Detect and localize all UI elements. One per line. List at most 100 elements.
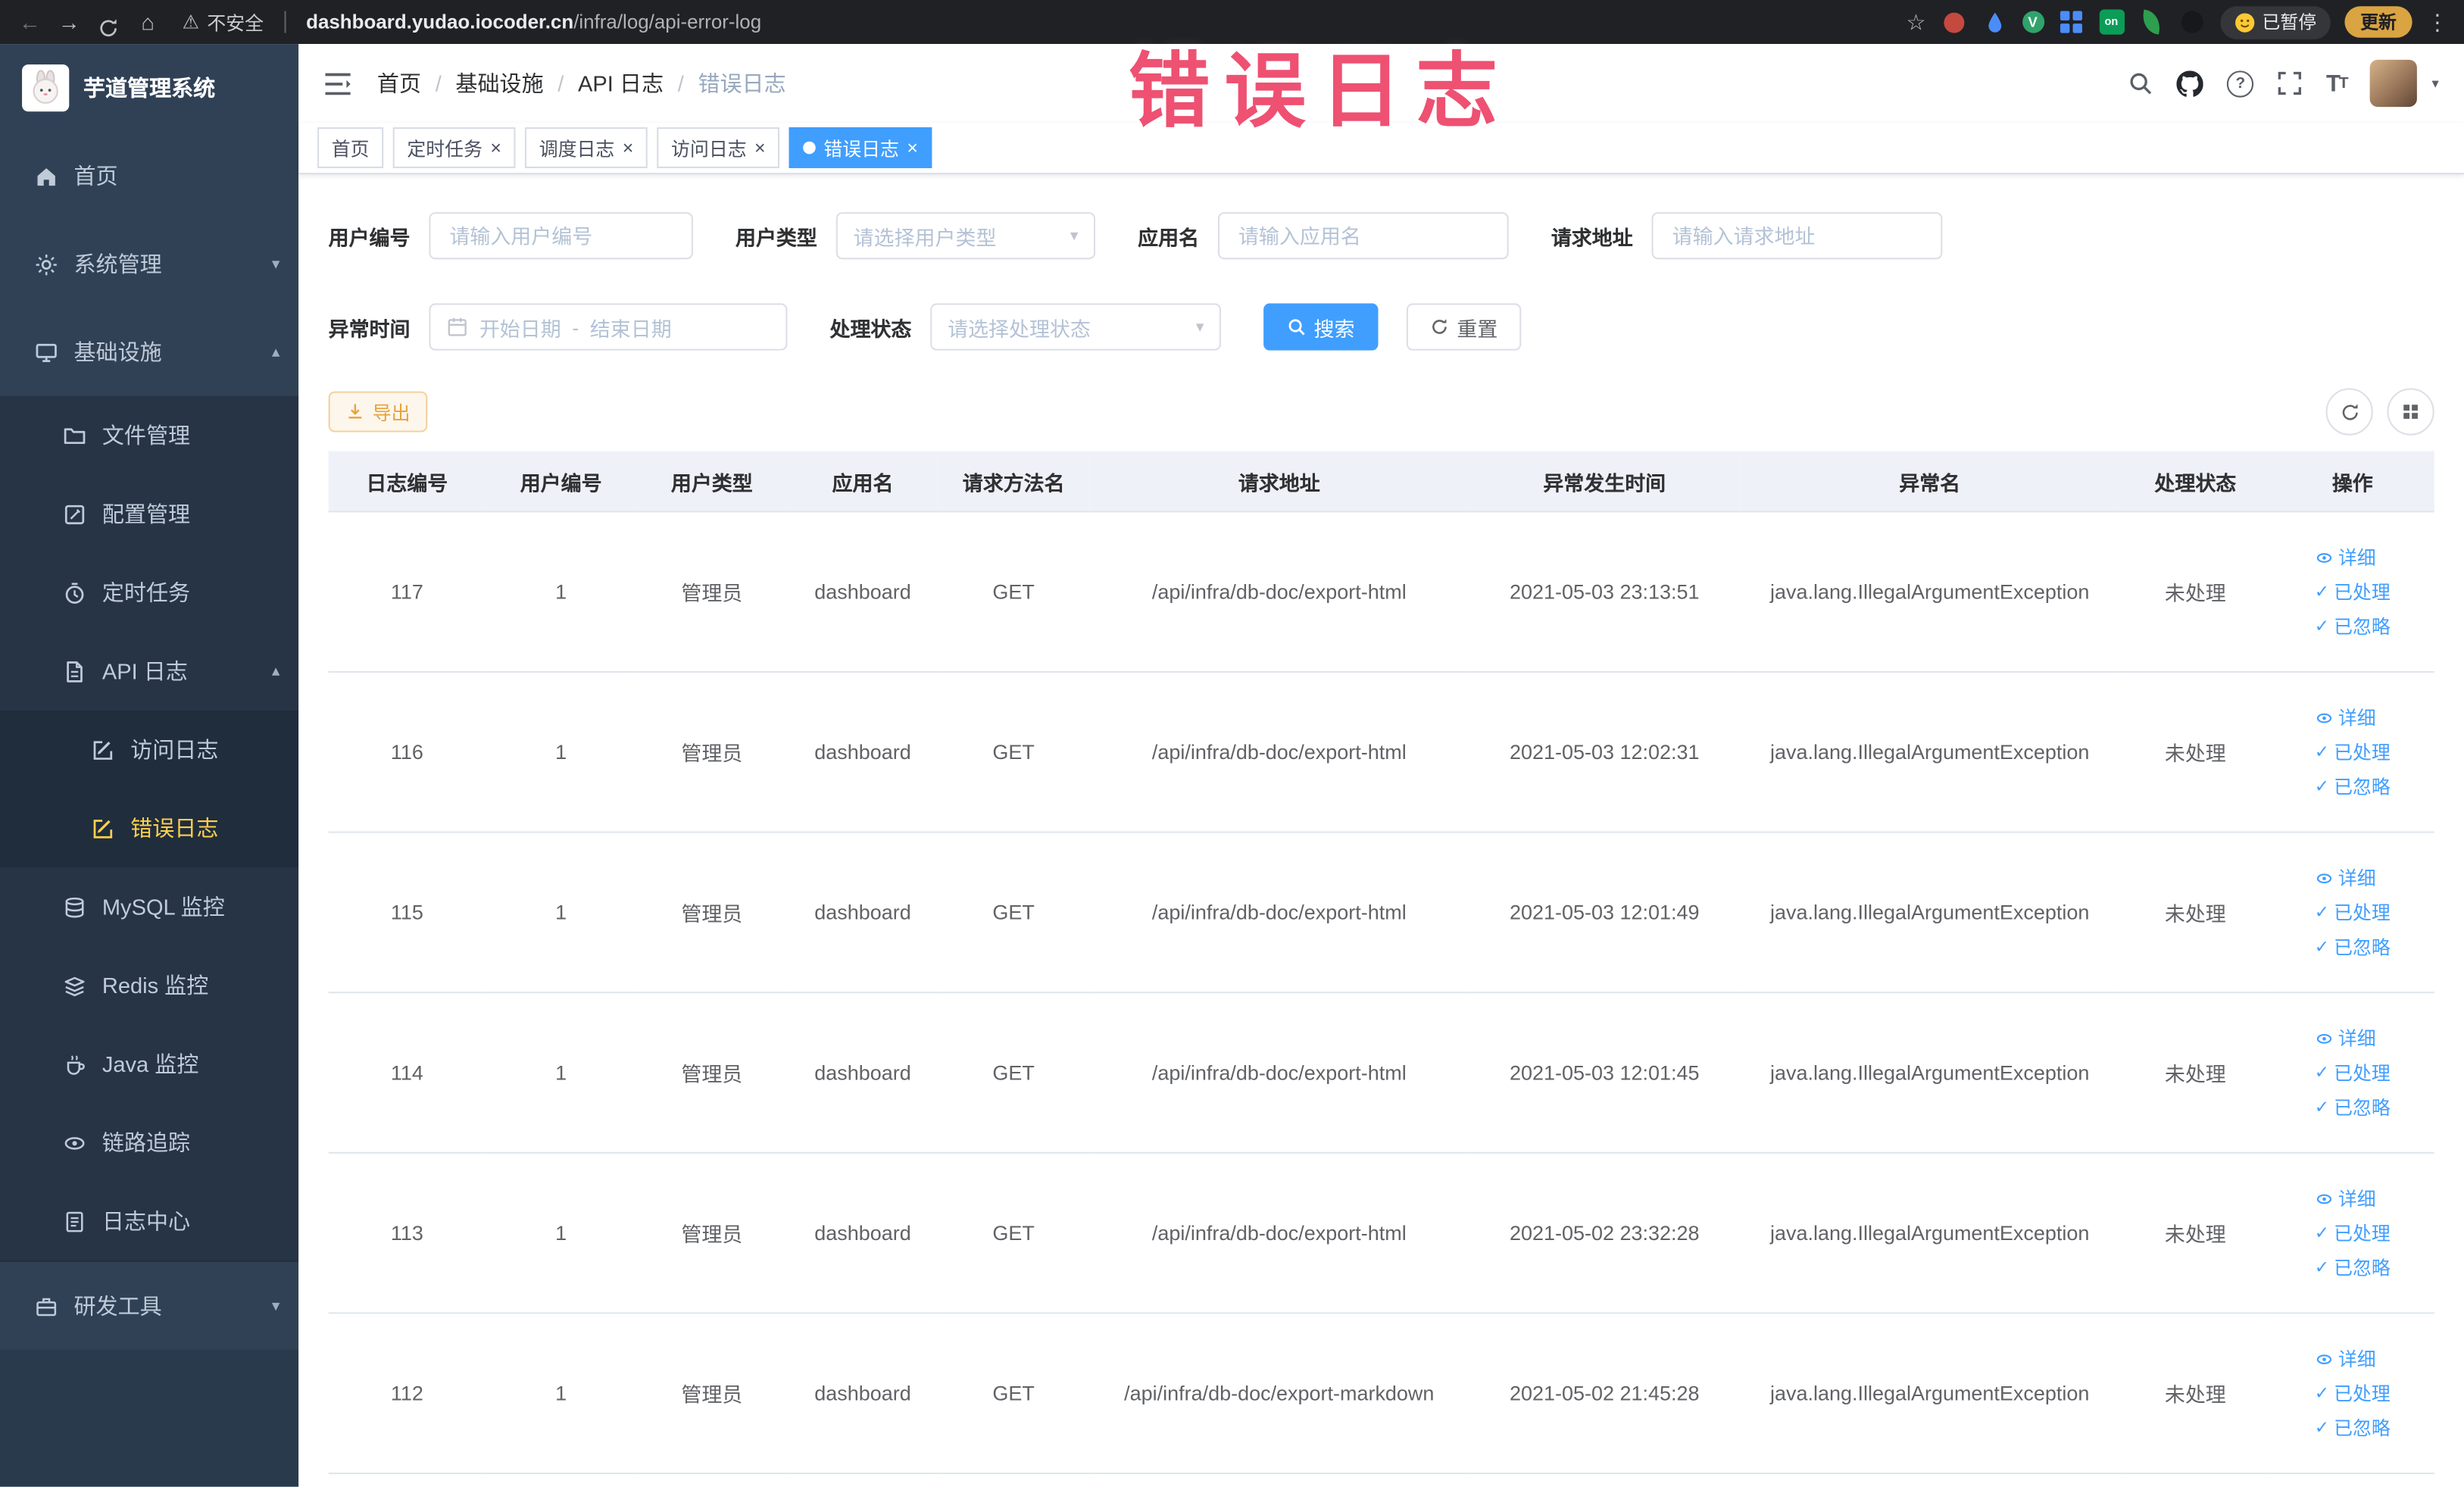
sidebar-item-redis-monitor[interactable]: Redis 监控 bbox=[0, 945, 299, 1025]
mark-processed-link[interactable]: ✓ 已处理 bbox=[2315, 1059, 2391, 1086]
mark-ignored-link[interactable]: ✓ 已忽略 bbox=[2315, 1094, 2391, 1120]
search-icon[interactable] bbox=[2128, 70, 2153, 95]
tab-schedule-logs[interactable]: 调度日志 × bbox=[525, 127, 648, 168]
user-type-select[interactable]: 请选择用户类型 ▾ bbox=[835, 212, 1096, 260]
app-name-input[interactable] bbox=[1235, 222, 1491, 249]
sidebar-item-dev-tools[interactable]: 研发工具 ▾ bbox=[0, 1260, 299, 1350]
mark-ignored-link[interactable]: ✓ 已忽略 bbox=[2315, 613, 2391, 639]
export-button[interactable]: 导出 bbox=[328, 391, 428, 433]
profile-paused-badge[interactable]: 已暂停 bbox=[2219, 5, 2331, 39]
sidebar-item-error-logs[interactable]: 错误日志 bbox=[0, 789, 299, 868]
mark-ignored-link[interactable]: ✓ 已忽略 bbox=[2315, 1254, 2391, 1281]
process-status-select[interactable]: 请选择处理状态 ▾ bbox=[930, 303, 1222, 351]
tab-scheduled-tasks[interactable]: 定时任务 × bbox=[392, 127, 516, 168]
sidebar-item-label: 首页 bbox=[73, 163, 118, 189]
mark-processed-link[interactable]: ✓ 已处理 bbox=[2315, 1220, 2391, 1246]
column-header: 请求地址 bbox=[1088, 451, 1469, 513]
user-avatar[interactable] bbox=[2370, 59, 2418, 108]
column-settings-button[interactable] bbox=[2387, 388, 2434, 436]
mark-processed-link[interactable]: ✓ 已处理 bbox=[2315, 739, 2391, 765]
sidebar-item-system-mgmt[interactable]: 系统管理 ▾ bbox=[0, 220, 298, 308]
sidebar-item-infrastructure[interactable]: 基础设施 ▴ bbox=[0, 308, 298, 396]
home-icon[interactable]: ⌂ bbox=[133, 0, 161, 44]
font-size-icon[interactable]: TT bbox=[2326, 70, 2349, 96]
mark-ignored-link[interactable]: ✓ 已忽略 bbox=[2315, 1414, 2391, 1441]
detail-link[interactable]: 详细 bbox=[2315, 1185, 2376, 1211]
sidebar-item-scheduled-tasks[interactable]: 定时任务 bbox=[0, 553, 299, 633]
detail-link[interactable]: 详细 bbox=[2315, 864, 2376, 891]
cell-exception: java.lang.IllegalArgumentException bbox=[1739, 992, 2120, 1154]
main-area: 首页 / 基础设施 / API 日志 / 错误日志 ? T T ▾ 首页 定时任… bbox=[298, 44, 2464, 1487]
refresh-table-button[interactable] bbox=[2325, 388, 2373, 436]
close-icon[interactable]: × bbox=[907, 139, 918, 158]
fullscreen-icon[interactable] bbox=[2278, 70, 2303, 95]
security-indicator[interactable]: ⚠ 不安全 bbox=[183, 8, 264, 35]
close-icon[interactable]: × bbox=[754, 139, 766, 158]
user-id-input[interactable] bbox=[446, 222, 676, 249]
cell-exception: java.lang.IllegalArgumentException bbox=[1739, 1152, 2120, 1314]
help-icon[interactable]: ? bbox=[2227, 70, 2254, 97]
request-url-input[interactable] bbox=[1669, 222, 1925, 249]
breadcrumb-item[interactable]: 首页 bbox=[377, 67, 421, 98]
sidebar-toggle[interactable] bbox=[323, 71, 351, 95]
detail-link[interactable]: 详细 bbox=[2315, 1345, 2376, 1372]
search-button[interactable]: 搜索 bbox=[1263, 303, 1379, 351]
mark-ignored-link[interactable]: ✓ 已忽略 bbox=[2315, 933, 2391, 960]
mark-ignored-link[interactable]: ✓ 已忽略 bbox=[2315, 773, 2391, 800]
tab-access-logs[interactable]: 访问日志 × bbox=[657, 127, 780, 168]
github-icon[interactable] bbox=[2176, 70, 2204, 96]
date-range-picker[interactable]: 开始日期 - 结束日期 bbox=[429, 303, 788, 351]
close-icon[interactable]: × bbox=[623, 139, 634, 158]
breadcrumb-item[interactable]: API 日志 bbox=[578, 67, 664, 98]
blue-grid-extension-icon[interactable] bbox=[2058, 8, 2085, 35]
sidebar-item-label: 链路追踪 bbox=[101, 1129, 191, 1155]
refresh-icon[interactable] bbox=[94, 5, 122, 39]
sidebar-item-log-center[interactable]: 日志中心 bbox=[0, 1182, 299, 1261]
app-logo[interactable]: 芋道管理系统 bbox=[0, 44, 298, 132]
address-bar[interactable]: dashboard.yudao.iocoder.cn/infra/log/api… bbox=[306, 11, 761, 33]
cell-user-type: 管理员 bbox=[636, 511, 788, 673]
on-badge-extension-icon[interactable]: on bbox=[2098, 9, 2124, 35]
tab-error-logs[interactable]: 错误日志 × bbox=[789, 127, 932, 168]
breadcrumb-item[interactable]: 基础设施 bbox=[455, 67, 543, 98]
tab-home[interactable]: 首页 bbox=[317, 127, 384, 168]
sidebar-item-java-monitor[interactable]: Java 监控 bbox=[0, 1024, 299, 1104]
green-v-extension-icon[interactable]: V bbox=[2022, 11, 2044, 33]
chevron-down-icon: ▾ bbox=[1070, 226, 1079, 245]
sidebar-item-mysql-monitor[interactable]: MySQL 监控 bbox=[0, 867, 299, 946]
chevron-down-icon: ▾ bbox=[271, 1297, 280, 1315]
close-icon[interactable]: × bbox=[490, 139, 501, 158]
bookmark-star-icon[interactable]: ☆ bbox=[1906, 8, 1925, 35]
sidebar-item-file-mgmt[interactable]: 文件管理 bbox=[0, 395, 299, 475]
update-button[interactable]: 更新 bbox=[2344, 6, 2412, 38]
reset-button[interactable]: 重置 bbox=[1406, 303, 1522, 351]
mark-processed-link[interactable]: ✓ 已处理 bbox=[2315, 578, 2391, 604]
mark-processed-link[interactable]: ✓ 已处理 bbox=[2315, 899, 2391, 926]
range-separator: - bbox=[572, 314, 579, 339]
table-header-row: 日志编号 用户编号 用户类型 应用名 请求方法名 请求地址 异常发生时间 异常名… bbox=[328, 451, 2434, 513]
chrome-menu-icon[interactable]: ⋮ bbox=[2426, 8, 2448, 35]
detail-link[interactable]: 详细 bbox=[2315, 1025, 2376, 1051]
cell-status: 未处理 bbox=[2119, 511, 2271, 673]
detail-link[interactable]: 详细 bbox=[2315, 544, 2376, 570]
tab-label: 首页 bbox=[331, 137, 370, 160]
check-icon: ✓ bbox=[2314, 1419, 2329, 1439]
sidebar-item-access-logs[interactable]: 访问日志 bbox=[0, 710, 299, 789]
back-icon[interactable]: ← bbox=[16, 0, 44, 44]
cell-request-url: /api/infra/db-doc/export-html bbox=[1088, 992, 1469, 1154]
mark-processed-link[interactable]: ✓ 已处理 bbox=[2315, 1380, 2391, 1407]
cell-exception: java.lang.IllegalArgumentException bbox=[1739, 1313, 2120, 1475]
forward-icon[interactable]: → bbox=[55, 0, 83, 44]
dark-paw-extension-icon[interactable] bbox=[2179, 8, 2206, 35]
sidebar-item-trace[interactable]: 链路追踪 bbox=[0, 1103, 299, 1182]
sidebar-item-api-logs[interactable]: API 日志 ▴ bbox=[0, 632, 299, 711]
search-icon bbox=[1288, 319, 1305, 336]
caret-down-icon[interactable]: ▾ bbox=[2432, 75, 2439, 92]
green-leaf-extension-icon[interactable] bbox=[2138, 8, 2165, 35]
sidebar-item-home[interactable]: 首页 bbox=[0, 132, 298, 220]
sidebar-item-config-mgmt[interactable]: 配置管理 bbox=[0, 474, 299, 554]
detail-link[interactable]: 详细 bbox=[2315, 704, 2376, 730]
top-navbar: 首页 / 基础设施 / API 日志 / 错误日志 ? T T ▾ bbox=[298, 44, 2464, 123]
blue-drop-extension-icon[interactable] bbox=[1981, 8, 2007, 35]
red-circle-extension-icon[interactable] bbox=[1940, 8, 1966, 35]
